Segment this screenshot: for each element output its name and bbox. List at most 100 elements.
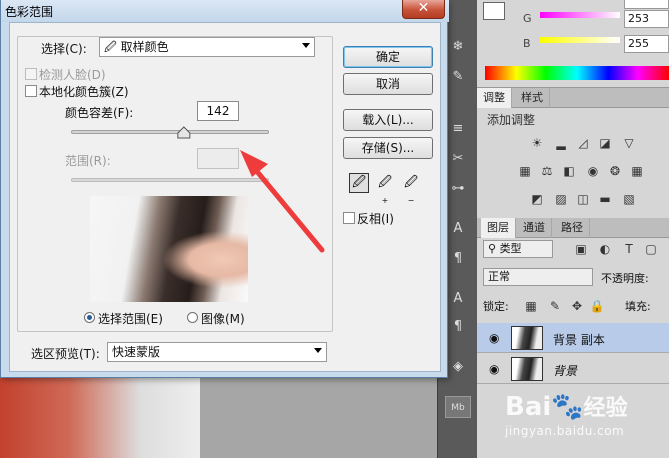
- tab-paths[interactable]: 路径: [555, 218, 590, 238]
- localized-clusters-label: 本地化颜色簇(Z): [39, 85, 129, 99]
- image-radio[interactable]: [187, 312, 198, 323]
- dialog-titlebar[interactable]: 色彩范围 ✕: [1, 0, 449, 22]
- layer-filter-value: 类型: [499, 242, 522, 255]
- range-slider[interactable]: [71, 178, 269, 182]
- invert-icon[interactable]: ◩: [529, 192, 545, 206]
- selective-color-icon[interactable]: ▧: [621, 192, 637, 206]
- sliders-icon[interactable]: ⊶: [445, 178, 471, 200]
- canvas-pasteboard: [200, 378, 437, 458]
- curves-icon[interactable]: ◿: [575, 136, 591, 150]
- color-b-value[interactable]: 255: [624, 35, 669, 53]
- layer-row[interactable]: ◉ 背景 副本: [477, 323, 669, 353]
- b-slider[interactable]: [540, 37, 620, 43]
- color-g-value[interactable]: 253: [624, 10, 669, 28]
- selection-radio[interactable]: [84, 312, 95, 323]
- color-spectrum[interactable]: [485, 66, 669, 80]
- selection-preview-dropdown[interactable]: 快速蒙版: [107, 342, 327, 362]
- fuzziness-input[interactable]: 142: [197, 101, 239, 121]
- filter-adjust-icon[interactable]: ◐: [597, 242, 613, 256]
- range-input[interactable]: [197, 148, 239, 169]
- lookup-icon[interactable]: ▦: [629, 164, 645, 178]
- character-icon[interactable]: A: [445, 288, 471, 310]
- g-slider[interactable]: [540, 12, 620, 18]
- lock-transparent-icon[interactable]: ▦: [523, 299, 539, 313]
- close-button[interactable]: ✕: [402, 0, 445, 19]
- camera-icon[interactable]: ◉: [585, 164, 601, 178]
- color-range-dialog: 色彩范围 ✕ 选择(C): 🖉 取样颜色 检测人脸(D) 本地化颜色簇(Z) 颜…: [0, 0, 449, 378]
- paragraph-icon[interactable]: ¶: [445, 248, 471, 270]
- channel-mixer-icon[interactable]: ❂: [607, 164, 623, 178]
- fuzziness-slider[interactable]: [71, 130, 269, 134]
- invert-checkbox[interactable]: [343, 212, 355, 224]
- add-adjustment-label: 添加调整: [487, 113, 536, 127]
- gradient-map-icon[interactable]: ▬: [597, 192, 613, 206]
- lock-pixels-icon[interactable]: ✎: [547, 299, 563, 313]
- lock-label: 锁定:: [483, 300, 509, 313]
- bw-icon[interactable]: ◧: [561, 164, 577, 178]
- select-dropdown[interactable]: 🖉 取样颜色: [99, 37, 315, 57]
- lock-all-icon[interactable]: 🔒: [589, 299, 605, 313]
- lock-position-icon[interactable]: ✥: [569, 299, 585, 313]
- filter-pixel-icon[interactable]: ▣: [573, 242, 589, 256]
- detect-faces-label: 检测人脸(D): [39, 68, 106, 82]
- filter-type-icon[interactable]: T: [621, 242, 637, 256]
- image-radio-label: 图像(M): [201, 312, 245, 326]
- adjustments-tabs: 调整 样式: [477, 88, 669, 108]
- paw-icon: 🐾: [551, 392, 584, 422]
- selection-radio-label: 选择范围(E): [98, 312, 163, 326]
- canvas-image: [0, 378, 200, 458]
- selection-preview-image[interactable]: [90, 196, 248, 302]
- selection-preview-value: 快速蒙版: [112, 345, 161, 359]
- text-icon[interactable]: A: [445, 218, 471, 240]
- layer-thumbnail: [511, 357, 543, 381]
- detect-faces-checkbox[interactable]: [25, 68, 37, 80]
- localized-clusters-checkbox[interactable]: [25, 85, 37, 97]
- color-g-label: G: [523, 12, 532, 25]
- filter-shape-icon[interactable]: ▢: [643, 242, 659, 256]
- layer-filter-select[interactable]: ⚲ 类型: [483, 240, 553, 258]
- brush-icon[interactable]: ✎: [445, 66, 471, 88]
- watermark-brand-end: 经验: [583, 396, 628, 421]
- eyedropper-plus-icon[interactable]: 🖉+: [375, 173, 395, 205]
- eyedropper-icon[interactable]: 🖉: [349, 173, 369, 193]
- blend-mode-select[interactable]: 正常: [483, 268, 593, 286]
- vibrance-icon[interactable]: ▦: [517, 164, 533, 178]
- layer-name[interactable]: 背景: [553, 362, 577, 379]
- tab-adjustments[interactable]: 调整: [477, 88, 512, 108]
- tab-channels[interactable]: 通道: [517, 218, 552, 238]
- balance-icon[interactable]: ⚖: [539, 164, 555, 178]
- history-icon[interactable]: ✂: [445, 148, 471, 170]
- ok-button[interactable]: 确定: [343, 46, 433, 68]
- exposure-icon[interactable]: ◪: [597, 136, 613, 150]
- color-r-value[interactable]: [624, 0, 669, 9]
- cancel-button[interactable]: 取消: [343, 73, 433, 95]
- invert-label: 反相(I): [357, 212, 394, 226]
- tab-styles[interactable]: 样式: [515, 88, 550, 108]
- visibility-eye-icon[interactable]: ◉: [489, 362, 499, 376]
- selection-preview-label: 选区预览(T):: [31, 347, 100, 361]
- brightness-icon[interactable]: ☀: [529, 136, 545, 150]
- eyedropper-minus-icon[interactable]: 🖉−: [401, 173, 421, 205]
- layers-icon[interactable]: ≡: [445, 118, 471, 140]
- tab-layers[interactable]: 图层: [481, 218, 516, 238]
- save-button[interactable]: 存储(S)...: [343, 137, 433, 159]
- layer-row[interactable]: ◉ 背景: [477, 354, 669, 384]
- 3d-icon[interactable]: ◈: [445, 356, 471, 378]
- watermark-url: jingyan.baidu.com: [505, 424, 625, 438]
- load-button[interactable]: 载入(L)...: [343, 109, 433, 131]
- paragraph-style-icon[interactable]: ¶: [445, 316, 471, 338]
- select-label: 选择(C):: [41, 42, 87, 56]
- gradient-icon[interactable]: ▽: [621, 136, 637, 150]
- visibility-eye-icon[interactable]: ◉: [489, 331, 499, 345]
- levels-icon[interactable]: ▂: [553, 136, 569, 150]
- foreground-swatch[interactable]: [483, 2, 505, 20]
- layer-name[interactable]: 背景 副本: [553, 331, 605, 348]
- layers-tabs: 图层 通道 路径: [477, 218, 669, 238]
- posterize-icon[interactable]: ▨: [553, 192, 569, 206]
- color-b-label: B: [523, 37, 531, 50]
- chevron-down-icon: [314, 348, 322, 353]
- threshold-icon[interactable]: ◫: [575, 192, 591, 206]
- sampled-colors-eyedropper-icon: 🖉: [104, 40, 121, 54]
- mini-bridge-icon[interactable]: Mb: [445, 396, 471, 418]
- adjust-icon[interactable]: ❄: [445, 36, 471, 58]
